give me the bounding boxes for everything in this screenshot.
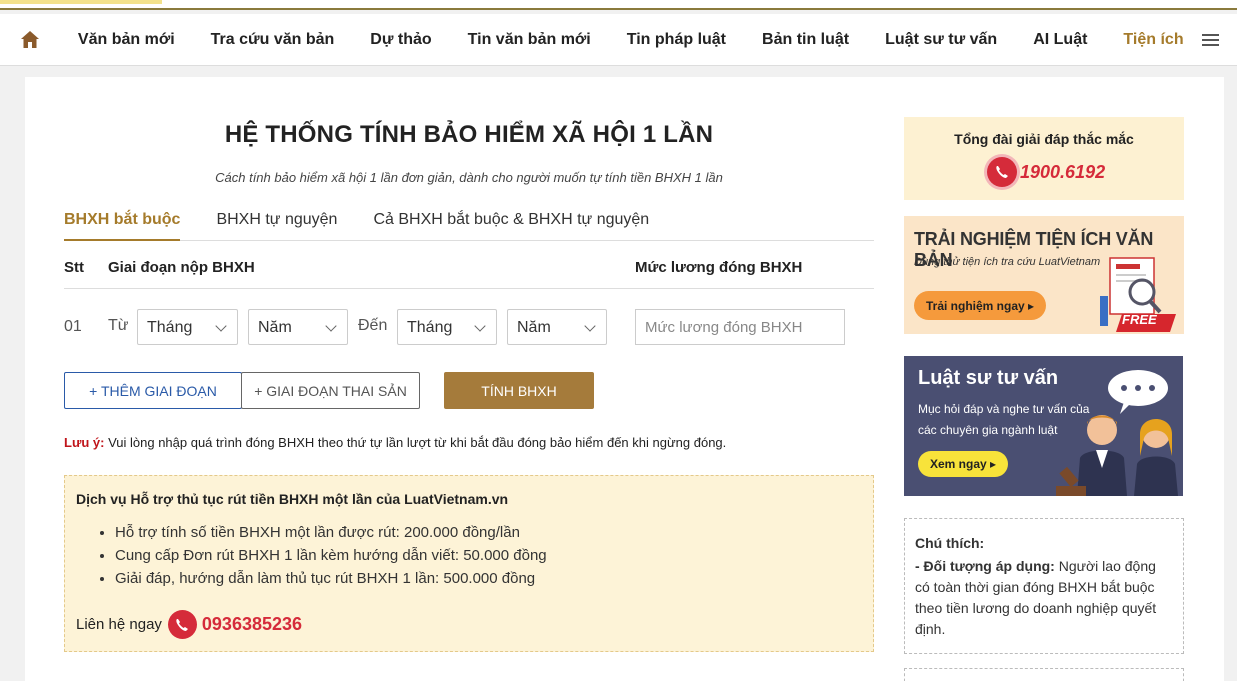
nav-item-ban-tin-luat[interactable]: Bản tin luật — [744, 31, 867, 49]
contact-label: Liên hệ ngay — [76, 616, 162, 633]
legend-text: - Đối tượng áp dụng: Người lao động có t… — [915, 556, 1173, 640]
nav-item-du-thao[interactable]: Dự thảo — [352, 31, 449, 49]
nav-item-tien-ich[interactable]: Tiện ích — [1105, 31, 1201, 49]
to-year-value: Năm — [517, 319, 551, 336]
phone-icon — [987, 157, 1017, 187]
tab-bhxh-tu-nguyen[interactable]: BHXH tự nguyện — [216, 209, 337, 240]
hamburger-menu-icon[interactable] — [1201, 31, 1219, 49]
table-header: Stt Giai đoạn nộp BHXH Mức lương đóng BH… — [64, 257, 874, 289]
main-content: HỆ THỐNG TÍNH BẢO HIỂM XÃ HỘI 1 LẦN Cách… — [25, 77, 1224, 681]
maternity-period-button[interactable]: + GIAI ĐOẠN THAI SẢN — [241, 372, 420, 409]
page-subtitle: Cách tính bảo hiểm xã hội 1 lần đơn giản… — [215, 170, 723, 185]
view-now-button[interactable]: Xem ngay ▸ — [918, 451, 1009, 477]
tab-bhxh-bat-buoc[interactable]: BHXH bắt buộc — [64, 209, 181, 241]
nav-item-tin-phap-luat[interactable]: Tin pháp luật — [609, 31, 744, 49]
salary-input[interactable]: Mức lương đóng BHXH — [635, 309, 845, 345]
nav-item-ai-luat[interactable]: AI Luật — [1015, 31, 1105, 49]
legend-title: Chú thích: — [915, 535, 985, 551]
add-period-button[interactable]: + THÊM GIAI ĐOẠN — [64, 372, 242, 409]
legend-label: - Đối tượng áp dụng: — [915, 558, 1055, 574]
nav-item-tra-cuu[interactable]: Tra cứu văn bản — [193, 31, 353, 49]
tab-ca-hai[interactable]: Cả BHXH bắt buộc & BHXH tự nguyện — [373, 209, 649, 240]
note: Lưu ý: Vui lòng nhập quá trình đóng BHXH… — [64, 435, 726, 450]
list-item: Hỗ trợ tính số tiền BHXH một lần được rú… — [115, 524, 547, 547]
top-accent-bar — [0, 0, 162, 4]
from-month-select[interactable]: Tháng — [137, 309, 238, 345]
from-year-select[interactable]: Năm — [248, 309, 348, 345]
banner1-sub: Dùng thử tiện ích tra cứu LuatVietnam — [914, 256, 1101, 268]
service-box: Dịch vụ Hỗ trợ thủ tục rút tiền BHXH một… — [64, 475, 874, 652]
list-item: Giải đáp, hướng dẫn làm thủ tục rút BHXH… — [115, 570, 547, 593]
calculate-button[interactable]: TÍNH BHXH — [444, 372, 594, 409]
note-text: Vui lòng nhập quá trình đóng BHXH theo t… — [104, 435, 727, 450]
from-month-value: Tháng — [147, 319, 193, 336]
banner2-heading: Luật sư tư vấn — [918, 367, 1059, 389]
row-index: 01 — [64, 318, 82, 335]
try-now-button[interactable]: Trải nghiệm ngay ▸ — [914, 291, 1047, 320]
chevron-down-icon — [215, 320, 227, 332]
list-item: Cung cấp Đơn rút BHXH 1 lần kèm hướng dẫ… — [115, 547, 547, 570]
to-label: Đến — [358, 317, 388, 334]
header-period: Giai đoạn nộp BHXH — [108, 259, 255, 276]
nav-item-luat-su-tu-van[interactable]: Luật sư tư vấn — [867, 31, 1015, 49]
main-nav: Văn bản mới Tra cứu văn bản Dự thảo Tin … — [0, 14, 1237, 66]
tien-ich-banner[interactable]: TRẢI NGHIỆM TIỆN ÍCH VĂN BẢN Dùng thử ti… — [904, 216, 1184, 334]
note-label: Lưu ý: — [64, 435, 105, 450]
luat-su-banner[interactable]: Luật sư tư vấn Mục hỏi đáp và nghe tư vấ… — [904, 356, 1183, 496]
nav-item-tin-van-ban-moi[interactable]: Tin văn bản mới — [450, 31, 609, 49]
home-button[interactable] — [0, 30, 60, 49]
service-heading: Dịch vụ Hỗ trợ thủ tục rút tiền BHXH một… — [76, 491, 509, 507]
hotline-title: Tổng đài giải đáp thắc mắc — [954, 131, 1134, 147]
legend-box-next — [904, 668, 1184, 681]
service-list: Hỗ trợ tính số tiền BHXH một lần được rú… — [115, 524, 547, 593]
home-icon — [20, 31, 39, 48]
top-strip — [0, 0, 1237, 10]
nav-item-van-ban-moi[interactable]: Văn bản mới — [60, 31, 193, 49]
table-row: 01 Từ Tháng Năm Đến Tháng Năm Mức lương … — [64, 308, 874, 346]
phone-icon — [167, 610, 197, 639]
lawyers-illustration — [1056, 370, 1178, 496]
contact-phone[interactable]: 0936385236 — [202, 614, 302, 635]
service-contact: Liên hệ ngay 0936385236 — [76, 610, 302, 639]
header-stt: Stt — [64, 259, 84, 276]
from-year-value: Năm — [258, 319, 292, 336]
hotline-box: Tổng đài giải đáp thắc mắc 1900.6192 — [904, 117, 1184, 200]
insurance-tabs: BHXH bắt buộc BHXH tự nguyện Cả BHXH bắt… — [64, 209, 874, 241]
to-month-value: Tháng — [407, 319, 453, 336]
free-badge: FREE — [1122, 312, 1157, 327]
page-title: HỆ THỐNG TÍNH BẢO HIỂM XÃ HỘI 1 LẦN — [224, 121, 714, 148]
chevron-down-icon — [474, 320, 486, 332]
hotline-phone[interactable]: 1900.6192 — [987, 157, 1105, 187]
chevron-down-icon — [584, 320, 596, 332]
to-month-select[interactable]: Tháng — [397, 309, 497, 345]
hotline-number: 1900.6192 — [1020, 161, 1106, 182]
to-year-select[interactable]: Năm — [507, 309, 607, 345]
header-salary: Mức lương đóng BHXH — [635, 259, 803, 276]
from-label: Từ — [108, 317, 129, 334]
legend-box: Chú thích: - Đối tượng áp dụng: Người la… — [904, 518, 1184, 654]
chevron-down-icon — [325, 320, 337, 332]
